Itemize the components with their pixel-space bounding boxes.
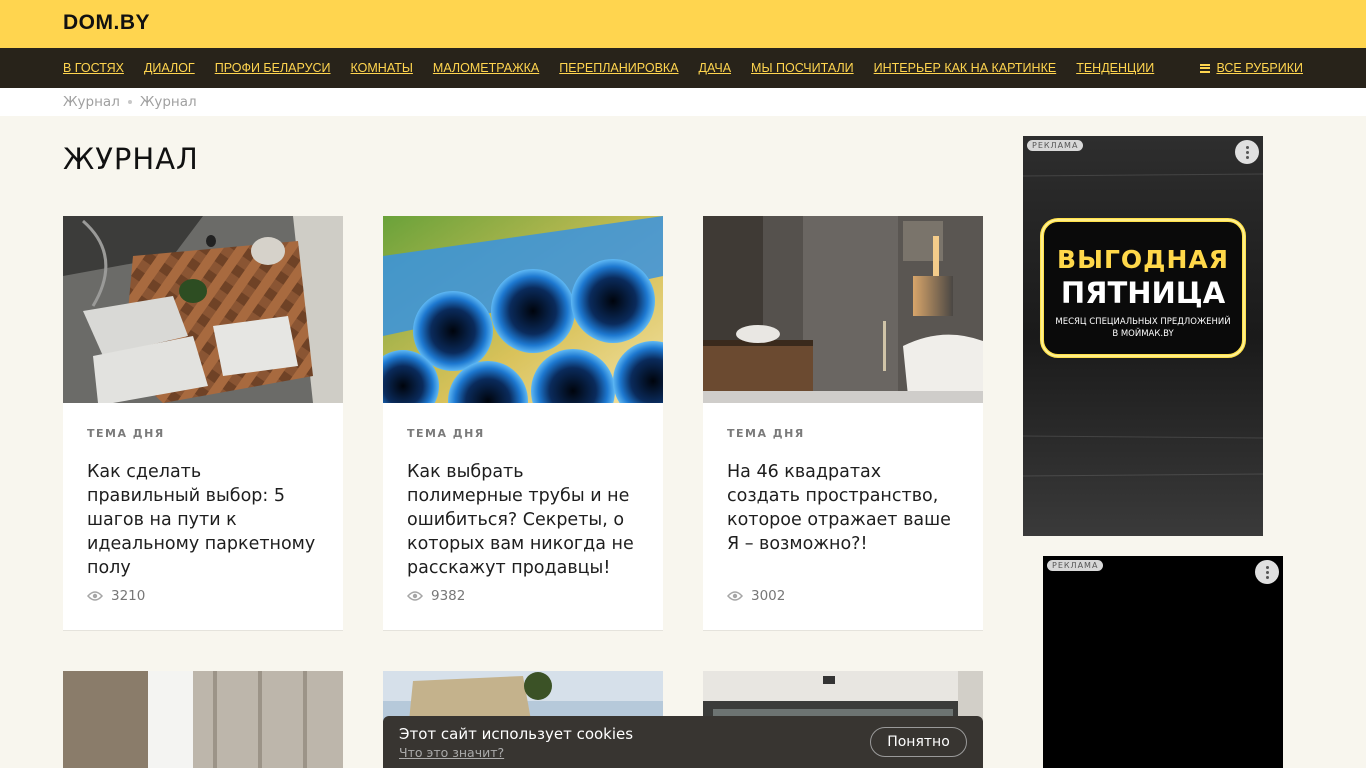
ad-options-icon[interactable] — [1255, 560, 1279, 584]
nav-item-dacha[interactable]: ДАЧА — [699, 61, 732, 75]
ad-label: РЕКЛАМА — [1027, 140, 1084, 151]
all-rubrics-button[interactable]: ВСЕ РУБРИКИ — [1200, 48, 1303, 88]
ad-headline-2: ПЯТНИЦА — [1061, 276, 1226, 310]
article-card-body: ТЕМА ДНЯ На 46 квадратах создать простра… — [703, 403, 983, 630]
ad-banner-bottom[interactable]: РЕКЛАМА — [1043, 556, 1283, 768]
ad-label: РЕКЛАМА — [1047, 560, 1104, 571]
cookie-text: Этот сайт использует cookies — [399, 725, 634, 743]
nav-item-dialog[interactable]: ДИАЛОГ — [144, 61, 195, 75]
article-tag[interactable]: ТЕМА ДНЯ — [727, 427, 959, 440]
article-image-parquet[interactable] — [63, 216, 343, 403]
site-logo[interactable]: DOM.BY — [63, 11, 150, 35]
cookie-banner: Этот сайт использует cookies Что это зна… — [383, 716, 983, 768]
breadcrumb-separator-icon — [127, 100, 132, 104]
article-tag[interactable]: ТЕМА ДНЯ — [407, 427, 639, 440]
nav-item-interer[interactable]: ИНТЕРЬЕР КАК НА КАРТИНКЕ — [874, 61, 1057, 75]
article-card-body: ТЕМА ДНЯ Как выбрать полимерные трубы и … — [383, 403, 663, 630]
main-nav: В ГОСТЯХ ДИАЛОГ ПРОФИ БЕЛАРУСИ КОМНАТЫ М… — [0, 48, 1366, 88]
breadcrumb-item: Журнал — [139, 94, 197, 110]
eye-icon — [407, 591, 423, 601]
view-counter: 9382 — [407, 588, 465, 604]
article-title[interactable]: Как выбрать полимерные трубы и не ошибит… — [407, 460, 639, 580]
nav-item-tendencii[interactable]: ТЕНДЕНЦИИ — [1076, 61, 1154, 75]
nav-item-v-gostyah[interactable]: В ГОСТЯХ — [63, 61, 124, 75]
ad-headline-1: ВЫГОДНАЯ — [1057, 245, 1229, 274]
view-counter: 3210 — [87, 588, 145, 604]
nav-item-my-poschitali[interactable]: МЫ ПОСЧИТАЛИ — [751, 61, 854, 75]
eye-icon — [87, 591, 103, 601]
article-card[interactable]: ТЕМА ДНЯ На 46 квадратах создать простра… — [703, 216, 983, 630]
all-rubrics-label: ВСЕ РУБРИКИ — [1216, 61, 1303, 75]
article-card-body: ТЕМА ДНЯ Как сделать правильный выбор: 5… — [63, 403, 343, 630]
nav-item-profi-belarusi[interactable]: ПРОФИ БЕЛАРУСИ — [215, 61, 331, 75]
nav-list: В ГОСТЯХ ДИАЛОГ ПРОФИ БЕЛАРУСИ КОМНАТЫ М… — [63, 48, 1174, 88]
ad-options-icon[interactable] — [1235, 140, 1259, 164]
page-title: ЖУРНАЛ — [63, 142, 199, 176]
menu-icon — [1200, 63, 1211, 73]
breadcrumb-bar: Журнал Журнал — [0, 88, 1366, 116]
cookie-accept-button[interactable]: Понятно — [870, 727, 967, 757]
ad-banner-image: ВЫГОДНАЯ ПЯТНИЦА МЕСЯЦ СПЕЦИАЛЬНЫХ ПРЕДЛ… — [1023, 136, 1263, 536]
article-tag[interactable]: ТЕМА ДНЯ — [87, 427, 319, 440]
breadcrumb-item[interactable]: Журнал — [63, 94, 120, 110]
breadcrumb: Журнал Журнал — [63, 88, 197, 116]
article-card[interactable]: ТЕМА ДНЯ Как сделать правильный выбор: 5… — [63, 216, 343, 630]
article-card[interactable]: ТЕМА ДНЯ Как выбрать полимерные трубы и … — [383, 216, 663, 630]
cookie-info-link[interactable]: Что это значит? — [399, 745, 504, 760]
nav-item-pereplanirovka[interactable]: ПЕРЕПЛАНИРОВКА — [559, 61, 678, 75]
article-image-curtains[interactable] — [63, 671, 343, 768]
ad-banner-top[interactable]: ВЫГОДНАЯ ПЯТНИЦА МЕСЯЦ СПЕЦИАЛЬНЫХ ПРЕДЛ… — [1023, 136, 1263, 536]
ad-subline-2: В МОЙМАК.BY — [1112, 327, 1174, 339]
site-header: DOM.BY — [0, 0, 1366, 48]
article-title[interactable]: Как сделать правильный выбор: 5 шагов на… — [87, 460, 319, 580]
view-count: 3002 — [751, 588, 786, 604]
ad-subline-1: МЕСЯЦ СПЕЦИАЛЬНЫХ ПРЕДЛОЖЕНИЙ — [1055, 315, 1230, 327]
article-image-pipes[interactable] — [383, 216, 663, 403]
view-count: 3210 — [111, 588, 146, 604]
article-image-bathroom[interactable] — [703, 216, 983, 403]
nav-item-komnaty[interactable]: КОМНАТЫ — [351, 61, 413, 75]
view-count: 9382 — [431, 588, 466, 604]
nav-item-malometrazhka[interactable]: МАЛОМЕТРАЖКА — [433, 61, 539, 75]
article-title[interactable]: На 46 квадратах создать пространство, ко… — [727, 460, 959, 556]
eye-icon — [727, 591, 743, 601]
view-counter: 3002 — [727, 588, 785, 604]
